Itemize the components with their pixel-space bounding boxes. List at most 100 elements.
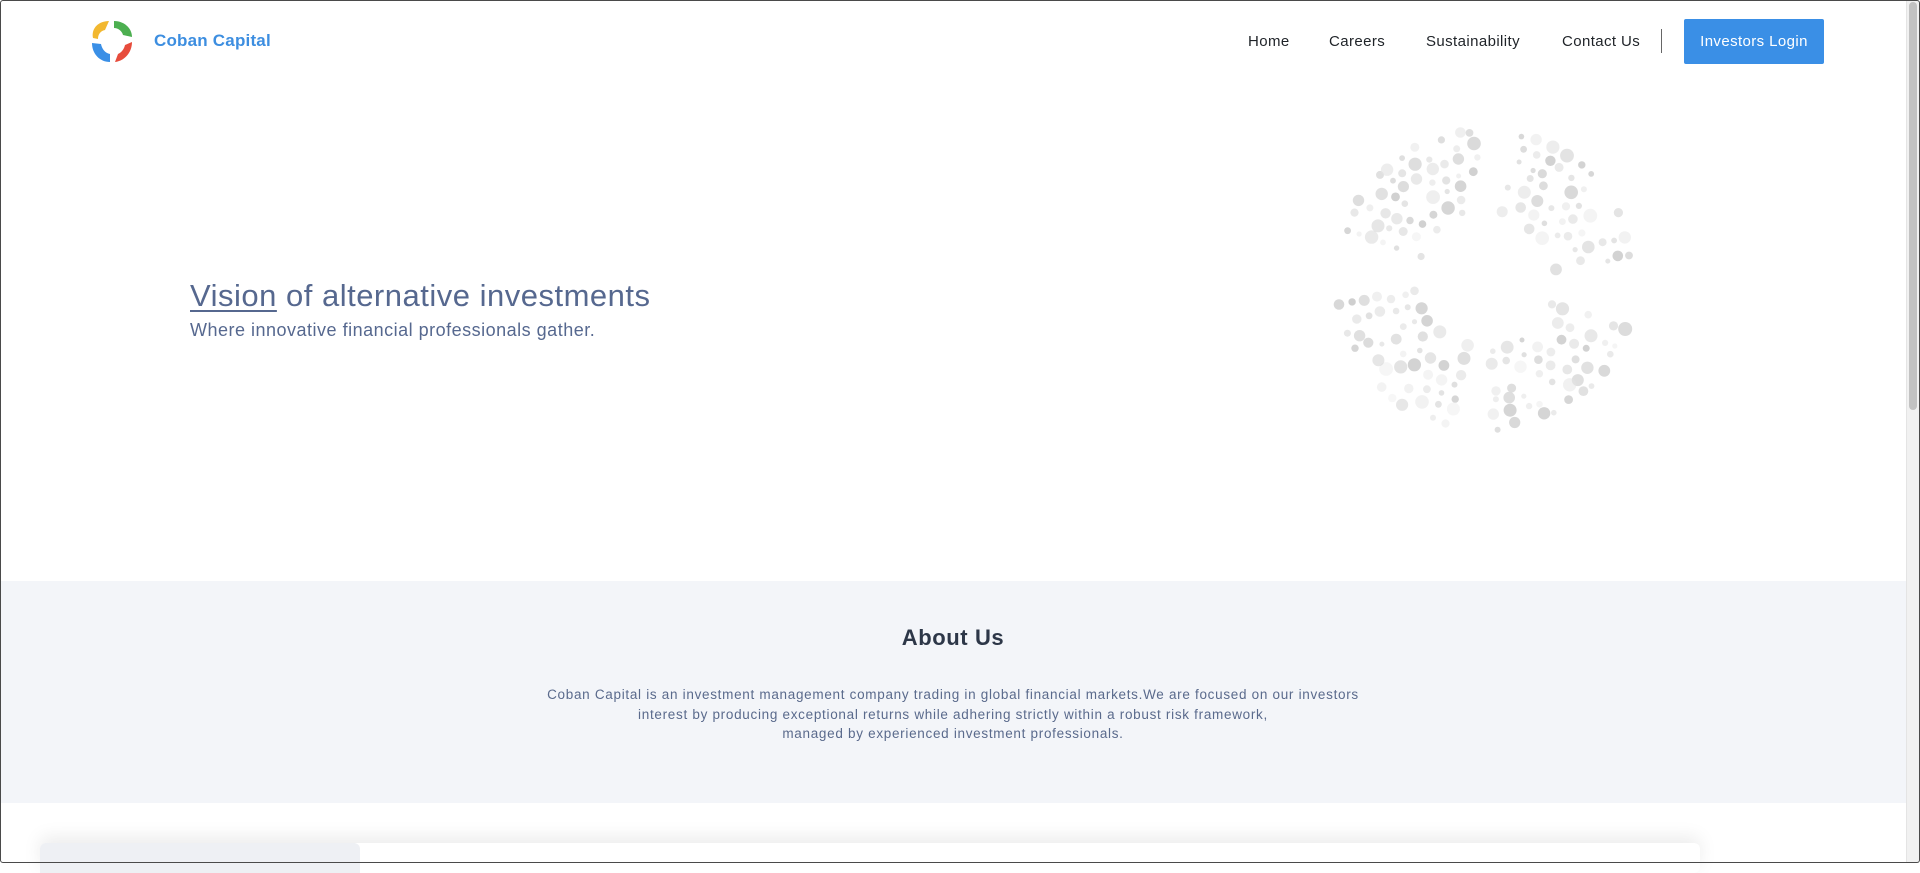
graphic-dot — [1602, 339, 1609, 346]
graphic-dot — [1572, 247, 1578, 253]
scrollbar-thumb[interactable] — [1909, 2, 1917, 410]
graphic-dot — [1391, 213, 1403, 225]
nav-careers[interactable]: Careers — [1329, 33, 1385, 50]
graphic-dot — [1507, 383, 1517, 393]
graphic-dot — [1415, 395, 1429, 409]
graphic-dot — [1556, 334, 1567, 345]
graphic-dot — [1551, 317, 1564, 329]
graphic-dot — [1618, 322, 1633, 336]
graphic-dot — [1452, 153, 1465, 165]
graphic-dot — [1568, 174, 1575, 182]
graphic-dot — [1437, 136, 1445, 144]
graphic-dot — [1548, 205, 1555, 212]
graphic-dot — [1410, 286, 1419, 296]
nav-divider — [1661, 29, 1662, 53]
graphic-dot — [1455, 127, 1466, 138]
hero-title-highlight[interactable]: Vision — [190, 278, 277, 313]
graphic-dot — [1426, 156, 1433, 163]
graphic-dot — [1417, 347, 1423, 354]
graphic-dot — [1451, 395, 1459, 403]
graphic-dot — [1561, 202, 1571, 211]
graphic-dot — [1534, 355, 1543, 364]
graphic-dot — [1537, 407, 1551, 420]
graphic-dot — [1344, 227, 1351, 235]
graphic-dot — [1394, 360, 1408, 374]
graphic-dot — [1521, 393, 1527, 399]
graphic-dot — [1451, 381, 1458, 388]
graphic-dot — [1372, 354, 1385, 367]
graphic-dot — [1526, 175, 1534, 182]
graphic-dot — [1457, 351, 1471, 365]
graphic-dot — [1350, 208, 1359, 217]
graphic-dot — [1446, 402, 1460, 416]
graphic-dot — [1401, 200, 1409, 207]
graphic-dot — [1539, 181, 1548, 191]
graphic-dot — [1541, 220, 1548, 227]
graphic-dot — [1435, 400, 1442, 408]
graphic-dot — [1421, 315, 1433, 327]
graphic-dot — [1366, 204, 1374, 212]
graphic-dot — [1343, 329, 1351, 337]
graphic-dot — [1525, 402, 1533, 410]
graphic-dot — [1435, 374, 1448, 386]
nav-contact-us[interactable]: Contact Us — [1562, 33, 1640, 50]
brand-name[interactable]: Coban Capital — [154, 31, 271, 51]
graphic-dot — [1418, 220, 1427, 228]
graphic-dot — [1410, 173, 1423, 185]
graphic-dot — [1547, 300, 1557, 309]
graphic-dot — [1496, 206, 1508, 218]
graphic-dot — [1351, 344, 1359, 352]
graphic-dot — [1380, 163, 1394, 176]
graphic-dot — [1375, 187, 1388, 201]
graphic-dot — [1398, 227, 1408, 236]
graphic-dot — [1554, 162, 1564, 172]
graphic-dot — [1504, 184, 1511, 191]
graphic-dot — [1551, 409, 1557, 416]
graphic-dot — [1494, 426, 1501, 433]
graphic-dot — [1535, 231, 1549, 245]
graphic-dot — [1532, 151, 1541, 159]
graphic-dot — [1411, 232, 1421, 242]
graphic-dot — [1474, 154, 1481, 161]
graphic-dot — [1402, 291, 1409, 299]
graphic-dot — [1379, 341, 1385, 347]
graphic-dot — [1584, 310, 1592, 319]
graphic-dot — [1548, 378, 1556, 386]
graphic-dot — [1514, 360, 1527, 373]
graphic-dot — [1618, 231, 1631, 244]
graphic-dot — [1468, 167, 1478, 177]
graphic-dot — [1564, 395, 1573, 404]
coban-logo-icon[interactable] — [87, 18, 137, 64]
content-card-tab — [40, 843, 360, 873]
graphic-dot — [1500, 340, 1514, 354]
graphic-dot — [1582, 240, 1595, 254]
graphic-dot — [1467, 136, 1481, 151]
graphic-dot — [1611, 237, 1617, 244]
graphic-dot — [1568, 214, 1578, 224]
graphic-dot — [1520, 145, 1527, 153]
graphic-dot — [1605, 258, 1611, 264]
graphic-dot — [1503, 391, 1515, 404]
graphic-dot — [1397, 181, 1409, 193]
graphic-dot — [1517, 185, 1531, 199]
graphic-dot — [1352, 314, 1362, 324]
graphic-dot — [1625, 251, 1633, 260]
graphic-dot — [1393, 245, 1400, 251]
graphic-dot — [1598, 364, 1611, 377]
nav-home[interactable]: Home — [1248, 33, 1290, 50]
page-scrollbar[interactable] — [1906, 0, 1919, 863]
graphic-dot — [1438, 360, 1450, 371]
graphic-dot — [1364, 230, 1379, 244]
graphic-dot — [1555, 302, 1570, 316]
investors-login-button[interactable]: Investors Login — [1684, 19, 1824, 64]
graphic-dot — [1546, 347, 1556, 357]
graphic-dot — [1392, 307, 1400, 315]
graphic-dot — [1415, 302, 1428, 315]
nav-sustainability[interactable]: Sustainability — [1426, 33, 1520, 50]
about-line: interest by producing exceptional return… — [638, 706, 1268, 722]
graphic-dot — [1569, 338, 1580, 349]
graphic-dot — [1408, 157, 1422, 171]
graphic-dot — [1399, 350, 1407, 358]
graphic-dot — [1509, 416, 1521, 429]
graphic-dot — [1433, 325, 1447, 339]
